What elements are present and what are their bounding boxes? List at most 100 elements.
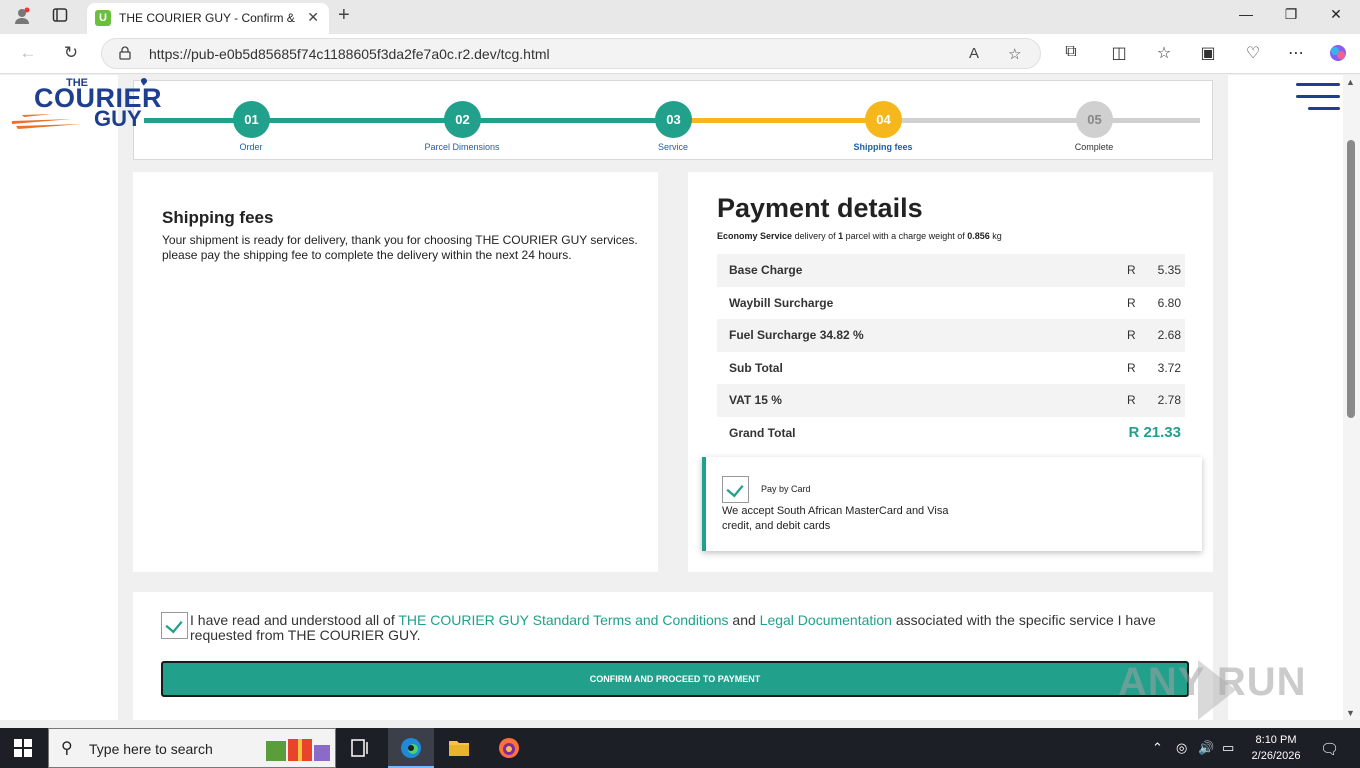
- favorites-icon[interactable]: ☆: [1153, 43, 1175, 63]
- address-bar-row: ← ↻ https://pub-e0b5d85685f74c1188605f3d…: [0, 34, 1360, 74]
- tab-actions-icon[interactable]: [50, 7, 70, 27]
- row-value: 3.72: [1157, 360, 1181, 375]
- row-label: Waybill Surcharge: [729, 295, 834, 310]
- row-currency: R: [1127, 295, 1136, 310]
- close-window-icon[interactable]: ✕: [1326, 6, 1346, 23]
- profile-icon[interactable]: [12, 7, 32, 27]
- browser-tab-bar: U THE COURIER GUY - Confirm & Pa ✕ + — ❐…: [0, 0, 1360, 34]
- courier-guy-logo[interactable]: THE COURIER GUY: [12, 77, 188, 133]
- meet-now-icon[interactable]: ◎: [1176, 740, 1187, 756]
- restore-icon[interactable]: ❐: [1281, 6, 1301, 23]
- windows-taskbar: ⚲ Type here to search ⌃ ◎ 🔊 ▭ 8:10 PM 2/…: [0, 728, 1360, 768]
- scrollbar-thumb[interactable]: [1347, 140, 1355, 418]
- shipping-title: Shipping fees: [162, 208, 274, 227]
- clock-time: 8:10 PM: [1255, 734, 1297, 746]
- step-5-label: Complete: [1074, 142, 1114, 152]
- step-5-circle: 05: [1076, 101, 1113, 138]
- more-menu-icon[interactable]: ⋯: [1285, 43, 1307, 63]
- read-aloud-icon[interactable]: A: [969, 45, 979, 62]
- task-view-icon[interactable]: [338, 728, 384, 768]
- taskbar-clock[interactable]: 8:10 PM 2/26/2026: [1244, 732, 1308, 764]
- row-currency: R: [1127, 393, 1136, 407]
- table-row: Waybill Surcharge R 6.80: [717, 287, 1185, 320]
- pay-by-card-label: Pay by Card: [761, 484, 811, 494]
- row-value: 2.68: [1157, 328, 1181, 342]
- url-text: https://pub-e0b5d85685f74c1188605f3da2fe…: [149, 46, 550, 62]
- copilot-icon[interactable]: [1327, 43, 1349, 68]
- hamburger-menu-icon[interactable]: [1296, 81, 1340, 115]
- step-1-circle: 01: [233, 101, 270, 138]
- track-pending: [886, 118, 1200, 123]
- row-value: 2.78: [1157, 393, 1181, 407]
- new-tab-icon[interactable]: +: [338, 4, 350, 27]
- scroll-down-icon[interactable]: ▼: [1346, 708, 1355, 718]
- payment-subtitle: Economy Service delivery of 1 parcel wit…: [717, 231, 1002, 241]
- scroll-up-icon[interactable]: ▲: [1346, 77, 1355, 87]
- favorite-star-icon[interactable]: ☆: [1008, 45, 1021, 63]
- row-currency: R: [1127, 328, 1136, 342]
- tab-close-icon[interactable]: ✕: [307, 9, 319, 26]
- page-right-margin: [1228, 75, 1343, 720]
- windows-start-icon[interactable]: [14, 739, 32, 757]
- row-label: Sub Total: [729, 360, 783, 375]
- logo-line3: GUY: [94, 106, 142, 131]
- check-icon: [726, 479, 744, 498]
- terms-text: I have read and understood all of THE CO…: [190, 613, 1190, 642]
- split-screen-icon[interactable]: ◫: [1108, 43, 1130, 63]
- step-3-circle: 03: [655, 101, 692, 138]
- collections-icon[interactable]: ▣: [1197, 43, 1219, 63]
- table-row: Fuel Surcharge 34.82 % R 2.68: [717, 319, 1185, 352]
- tray-chevron-icon[interactable]: ⌃: [1152, 740, 1163, 756]
- shipping-fees-card: Shipping fees Your shipment is ready for…: [133, 172, 658, 572]
- grand-total-row: Grand Total R 21.33: [717, 417, 1185, 450]
- step-4-circle: 04: [865, 101, 902, 138]
- network-icon[interactable]: ▭: [1222, 740, 1234, 756]
- pay-by-card-option[interactable]: Pay by Card We accept South African Mast…: [702, 457, 1202, 551]
- file-explorer-icon[interactable]: [436, 728, 482, 768]
- active-tab[interactable]: U THE COURIER GUY - Confirm & Pa ✕: [87, 3, 329, 34]
- step-4-label: Shipping fees: [853, 142, 913, 152]
- search-icon: ⚲: [61, 740, 73, 757]
- grand-total-label: Grand Total: [729, 425, 796, 440]
- progress-stepper: 01 Order 02 Parcel Dimensions 03 Service…: [133, 80, 1213, 160]
- minimize-icon[interactable]: —: [1236, 6, 1256, 22]
- notifications-icon[interactable]: 🗨: [1320, 740, 1339, 758]
- lock-icon[interactable]: [119, 46, 131, 63]
- back-icon[interactable]: ←: [17, 43, 39, 63]
- page-left-margin: [0, 75, 118, 720]
- step-1-label[interactable]: Order: [191, 142, 311, 152]
- track-done: [144, 118, 674, 123]
- row-currency: R: [1127, 263, 1136, 277]
- shipping-text: Your shipment is ready for delivery, tha…: [162, 233, 638, 262]
- tab-title: THE COURIER GUY - Confirm & Pa: [119, 11, 297, 25]
- grand-total-value: R 21.33: [1128, 423, 1181, 441]
- legal-documentation-link[interactable]: Legal Documentation: [760, 612, 892, 628]
- table-row: VAT 15 % R 2.78: [717, 384, 1185, 417]
- step-2-label[interactable]: Parcel Dimensions: [402, 142, 522, 152]
- terms-checkbox[interactable]: [161, 612, 188, 639]
- table-row: Base Charge R 5.35: [717, 254, 1185, 287]
- terms-conditions-link[interactable]: THE COURIER GUY Standard Terms and Condi…: [398, 612, 728, 628]
- watermark-play-icon: [1198, 660, 1236, 720]
- edge-taskbar-icon[interactable]: [388, 728, 434, 768]
- page-scrollbar[interactable]: ▲ ▼: [1343, 75, 1360, 720]
- confirm-payment-button[interactable]: CONFIRM AND PROCEED TO PAYMENT: [161, 661, 1189, 697]
- row-label: Fuel Surcharge 34.82 %: [729, 328, 864, 342]
- gift-widget-icon[interactable]: [264, 733, 332, 763]
- terms-card: I have read and understood all of THE CO…: [133, 592, 1213, 720]
- row-label: Base Charge: [729, 263, 803, 277]
- step-2-circle: 02: [444, 101, 481, 138]
- terms-text-part: and: [728, 612, 760, 628]
- reload-icon[interactable]: ↻: [60, 43, 82, 63]
- volume-icon[interactable]: 🔊: [1198, 740, 1214, 756]
- row-value: 6.80: [1157, 295, 1181, 310]
- track-active: [674, 118, 886, 123]
- payment-details-card: Payment details Economy Service delivery…: [688, 172, 1213, 572]
- performance-icon[interactable]: ♡: [1242, 43, 1264, 63]
- step-3-label[interactable]: Service: [613, 142, 733, 152]
- firefox-icon[interactable]: [486, 728, 532, 768]
- address-bar[interactable]: https://pub-e0b5d85685f74c1188605f3da2fe…: [101, 38, 1041, 69]
- pay-by-card-checkbox[interactable]: [722, 476, 749, 503]
- row-value: 5.35: [1157, 263, 1181, 277]
- extensions-icon[interactable]: ⧉: [1060, 43, 1082, 61]
